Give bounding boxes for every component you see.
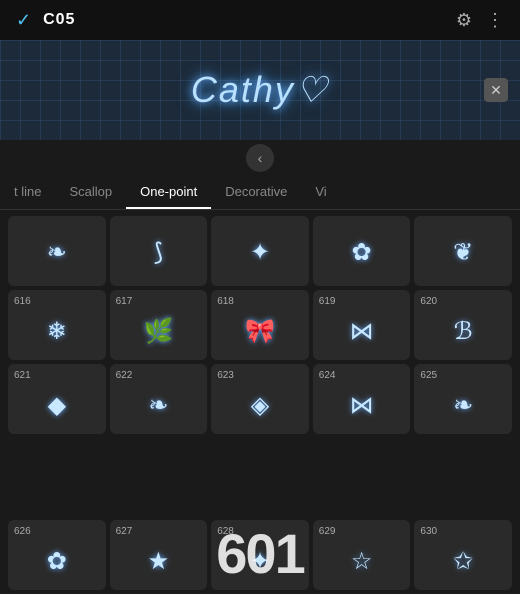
cell-number: 616 — [12, 296, 31, 307]
cell-number: 621 — [12, 370, 31, 381]
cell-symbol: ℬ — [454, 307, 473, 356]
list-item[interactable]: 626 ✿ — [8, 520, 106, 590]
cell-symbol: ◆ — [48, 381, 66, 430]
back-button[interactable]: ‹ — [246, 144, 274, 172]
cell-number: 630 — [418, 526, 437, 537]
cell-symbol: ★ — [148, 537, 170, 586]
cell-symbol: ◈ — [251, 381, 269, 430]
cell-symbol: ☆ — [351, 537, 373, 586]
more-options-icon[interactable]: ⋮ — [486, 10, 504, 31]
cell-number: 629 — [317, 526, 336, 537]
cell-symbol: ⋈ — [350, 307, 374, 356]
list-item[interactable]: 617 🌿 — [110, 290, 208, 360]
cell-number: 626 — [12, 526, 31, 537]
list-item[interactable]: ✿ — [313, 216, 411, 286]
cell-symbol: ✿ — [352, 222, 372, 282]
cell-symbol: ✿ — [47, 537, 67, 586]
cell-number: 617 — [114, 296, 133, 307]
cell-number: 622 — [114, 370, 133, 381]
gear-icon[interactable]: ⚙ — [456, 10, 472, 31]
list-item[interactable]: 623 ◈ — [211, 364, 309, 434]
list-item[interactable]: 616 ❄ — [8, 290, 106, 360]
cell-symbol: ✦ — [250, 537, 270, 586]
top-bar: ✓ C05 ⚙ ⋮ — [0, 0, 520, 40]
top-bar-right: ⚙ ⋮ — [456, 10, 504, 31]
list-item[interactable]: ✦ — [211, 216, 309, 286]
last-row: 626 ✿ 627 ★ 628 ✦ 629 ☆ 630 ✩ — [0, 516, 520, 594]
grid-container: ❧ ⟆ ✦ ✿ ❦ 616 ❄ 617 🌿 618 🎀 — [8, 216, 512, 434]
cell-number: 619 — [317, 296, 336, 307]
tab-scallop[interactable]: Scallop — [55, 176, 126, 209]
tabs: t line Scallop One-point Decorative Vi — [0, 176, 520, 210]
list-item[interactable]: 624 ⋈ — [313, 364, 411, 434]
list-item[interactable]: 621 ◆ — [8, 364, 106, 434]
check-icon[interactable]: ✓ — [16, 10, 31, 31]
cell-symbol: ❄ — [47, 307, 67, 356]
list-item[interactable]: ❧ — [8, 216, 106, 286]
file-title: C05 — [43, 11, 75, 29]
cell-symbol: ❧ — [148, 381, 168, 430]
tab-onepoint[interactable]: One-point — [126, 176, 211, 209]
back-row: ‹ — [0, 140, 520, 176]
cell-number: 624 — [317, 370, 336, 381]
cell-number: 627 — [114, 526, 133, 537]
preview-area: Cathy♡ ✕ — [0, 40, 520, 140]
list-item[interactable]: 630 ✩ — [414, 520, 512, 590]
preview-text: Cathy♡ — [191, 69, 329, 111]
list-item[interactable]: 622 ❧ — [110, 364, 208, 434]
symbol-grid: ❧ ⟆ ✦ ✿ ❦ 616 ❄ 617 🌿 618 🎀 — [0, 210, 520, 516]
cell-number: 618 — [215, 296, 234, 307]
list-item[interactable]: ⟆ — [110, 216, 208, 286]
cell-symbol: ⟆ — [154, 222, 163, 282]
clear-button[interactable]: ✕ — [484, 78, 508, 102]
cell-symbol: ❦ — [453, 222, 473, 282]
cell-symbol: 🎀 — [245, 307, 275, 356]
tab-vi[interactable]: Vi — [301, 176, 340, 209]
cell-symbol: ❧ — [47, 222, 67, 282]
bottom-section: 626 ✿ 627 ★ 628 ✦ 629 ☆ 630 ✩ 601 — [0, 516, 520, 594]
list-item[interactable]: 629 ☆ — [313, 520, 411, 590]
cell-symbol: ⋈ — [350, 381, 374, 430]
tab-decorative[interactable]: Decorative — [211, 176, 301, 209]
cell-number: 628 — [215, 526, 234, 537]
tab-stline[interactable]: t line — [0, 176, 55, 209]
list-item[interactable]: 618 🎀 — [211, 290, 309, 360]
cell-symbol: ✩ — [453, 537, 473, 586]
cell-number: 625 — [418, 370, 437, 381]
list-item[interactable]: 627 ★ — [110, 520, 208, 590]
list-item[interactable]: 619 ⋈ — [313, 290, 411, 360]
top-bar-left: ✓ C05 — [16, 10, 75, 31]
list-item[interactable]: ❦ — [414, 216, 512, 286]
list-item[interactable]: 620 ℬ — [414, 290, 512, 360]
cell-symbol: ✦ — [250, 222, 270, 282]
cell-number: 623 — [215, 370, 234, 381]
cell-symbol: 🌿 — [143, 307, 173, 356]
cell-number: 620 — [418, 296, 437, 307]
cell-symbol: ❧ — [453, 381, 473, 430]
list-item[interactable]: 628 ✦ — [211, 520, 309, 590]
list-item[interactable]: 625 ❧ — [414, 364, 512, 434]
